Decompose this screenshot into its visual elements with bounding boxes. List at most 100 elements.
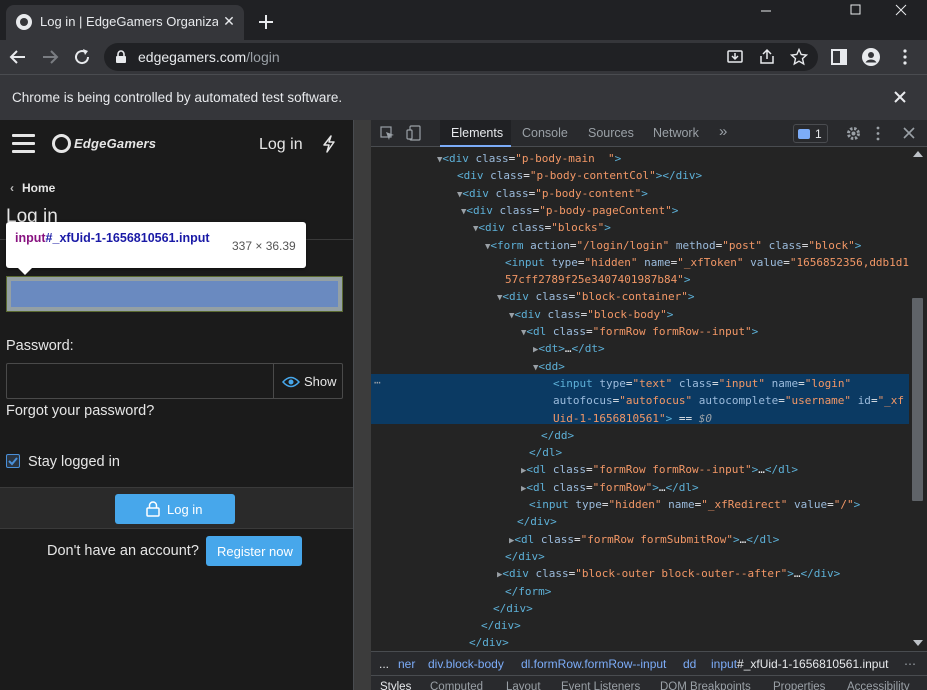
dom-node-line[interactable]: <input type="hidden" name="_xfToken" val… [505,254,909,271]
dom-node-line[interactable]: ▼<form action="/login/login" method="pos… [485,237,861,254]
dom-node-line[interactable]: ▼<dl class="formRow formRow--input"> [521,323,758,340]
breadcrumb[interactable]: ‹ Home [10,181,55,195]
crumb-container[interactable]: ner [398,657,415,671]
dom-node-line[interactable]: ▼<div class="block-container"> [497,288,695,305]
dom-node-line[interactable]: ▶<dl class="formRow">…</dl> [521,479,699,496]
tab-styles[interactable]: Styles [380,681,411,690]
crumb-formrow[interactable]: dl.formRow.formRow--input [521,657,666,671]
dom-node-line[interactable]: ▶<div class="block-outer block-outer--af… [497,565,840,582]
tab-sources[interactable]: Sources [588,126,634,140]
dom-node-line[interactable]: ▼<div class="p-body-content"> [457,185,648,202]
crumbs-overflow[interactable]: ... [379,657,389,671]
tab-layout[interactable]: Layout [506,681,541,690]
tab-network[interactable]: Network [653,126,699,140]
dom-node-line[interactable]: </div> [481,617,521,634]
bookmark-star-icon[interactable] [790,48,808,66]
devtools-menu-icon[interactable] [875,126,881,141]
dom-node-line[interactable]: autofocus="autofocus" autocomplete="user… [553,392,904,409]
hamburger-menu-icon[interactable] [12,134,35,154]
dom-node-line[interactable]: ▼<dd> [533,358,565,375]
stay-logged-in-checkbox[interactable] [6,454,20,468]
lock-icon[interactable] [115,50,127,64]
profile-avatar-icon[interactable] [862,48,880,66]
browser-menu-icon[interactable] [896,48,914,66]
show-password-button[interactable]: Show [273,363,343,399]
tab-accessibility[interactable]: Accessibility [847,681,910,690]
tab-console[interactable]: Console [522,126,568,140]
browser-tab[interactable]: Log in | EdgeGamers Organizatio ✕ [6,5,244,40]
dom-node-line[interactable]: </div> [517,513,557,530]
dom-node-line[interactable]: ▼<div class="block-body"> [509,306,673,323]
minimize-icon[interactable] [743,0,789,28]
dom-node-line[interactable]: ▶<dl class="formRow formSubmitRow">…</dl… [509,531,779,548]
scrollbar-thumb[interactable] [912,298,923,501]
forward-icon[interactable] [41,48,59,66]
reload-icon[interactable] [73,48,91,66]
dom-node-line[interactable]: <div class="p-body-contentCol"></div> [457,167,702,184]
tab-dom-breakpoints[interactable]: DOM Breakpoints [660,681,751,690]
register-button[interactable]: Register now [206,536,302,566]
forgot-password-link[interactable]: Forgot your password? [6,403,154,419]
password-input[interactable] [6,363,274,399]
dom-node-line[interactable]: Uid-1-1656810561"> == $0 [553,410,712,427]
tab-computed[interactable]: Computed [430,681,483,690]
tab-close-icon[interactable]: ✕ [220,12,238,30]
dom-node-line[interactable]: 57cff2789f25e3407401987b84"> [505,271,690,288]
node-actions-dots[interactable]: ⋯ [374,376,381,389]
tooltip-tag: input [15,231,46,245]
devtools-splitter[interactable] [353,120,371,690]
header-login-link[interactable]: Log in [259,136,303,154]
url-domain: edgegamers.com [138,49,247,65]
address-bar[interactable]: edgegamers.com/login [104,43,818,71]
dom-tree-scrollbar[interactable] [909,148,927,651]
styles-pane-tabs: Styles Computed Layout Event Listeners D… [371,675,927,690]
window-close-icon[interactable] [878,0,924,28]
login-button[interactable]: Log in [115,494,235,524]
new-tab-icon[interactable] [254,10,278,34]
dom-node-line[interactable]: ▼<div class="blocks"> [473,219,611,236]
side-panel-icon[interactable] [830,48,848,66]
dom-node-line[interactable]: </form> [505,583,551,600]
dom-node-line[interactable]: ▼<div class="p-body-main "> [437,150,621,167]
tab-event-listeners[interactable]: Event Listeners [561,681,640,690]
stay-logged-in-label[interactable]: Stay logged in [28,454,120,470]
scroll-down-icon[interactable] [913,640,923,646]
tab-properties[interactable]: Properties [773,681,825,690]
site-header: EdgeGamers Log in [0,120,353,170]
dom-node-line[interactable]: </dl> [529,444,562,461]
dom-node-line[interactable]: </dd> [541,427,574,444]
crumb-block-body[interactable]: div.block-body [428,657,504,671]
site-logo[interactable]: EdgeGamers [52,134,164,154]
dom-node-line[interactable]: <input type="text" class="input" name="l… [553,375,851,392]
dom-node-line[interactable]: ▼<div class="p-body-pageContent"> [461,202,678,219]
dom-node-line[interactable]: ▶<dt>…</dt> [533,340,605,357]
dom-node-line[interactable]: </div> [493,600,533,617]
dom-node-line[interactable]: </div> [505,548,545,565]
register-button-label: Register now [217,544,293,559]
whats-new-bolt-icon[interactable] [322,135,336,153]
dom-node-line[interactable]: </div> [469,634,509,651]
inspect-element-icon[interactable] [380,126,395,141]
username-input[interactable] [6,276,343,312]
settings-gear-icon[interactable] [846,126,861,141]
infobar-close-icon[interactable] [893,90,907,104]
maximize-icon[interactable] [832,0,878,28]
crumb-dd[interactable]: dd [683,657,696,671]
crumb-input[interactable]: input#_xfUid-1-1656810561.input [711,657,888,671]
more-tabs-icon[interactable]: » [719,123,727,140]
crumbs-scroll-right-icon[interactable]: ⋯ [904,657,916,671]
device-toolbar-icon[interactable] [406,125,422,141]
tab-title: Log in | EdgeGamers Organizatio [40,14,218,29]
dom-node-line[interactable]: <input type="hidden" name="_xfRedirect" … [529,496,860,513]
logo-mark-icon [52,134,71,153]
scroll-up-icon[interactable] [913,151,923,157]
tab-elements[interactable]: Elements [451,126,503,140]
issues-badge[interactable]: 1 [793,124,828,143]
back-icon[interactable] [9,48,27,66]
breadcrumb-home[interactable]: Home [22,181,55,195]
devtools-close-icon[interactable] [903,127,915,139]
share-icon[interactable] [758,48,776,66]
issues-flag-icon [798,129,810,139]
dom-node-line[interactable]: ▶<dl class="formRow formRow--input">…</d… [521,461,798,478]
install-app-icon[interactable] [726,48,744,66]
